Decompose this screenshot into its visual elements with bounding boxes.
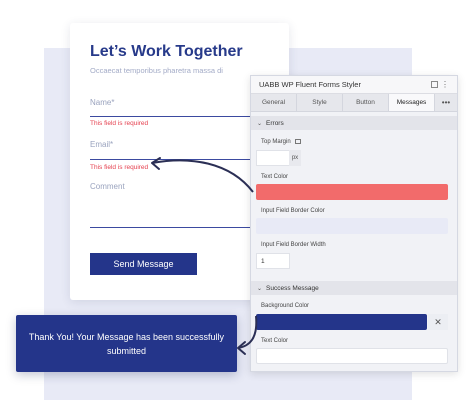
error-arrow xyxy=(151,159,254,193)
success-arrow xyxy=(237,315,258,349)
error-arrowhead xyxy=(151,157,161,170)
connector-arrows xyxy=(151,157,258,355)
stage: Let’s Work Together Occaecat temporibus … xyxy=(0,0,474,417)
